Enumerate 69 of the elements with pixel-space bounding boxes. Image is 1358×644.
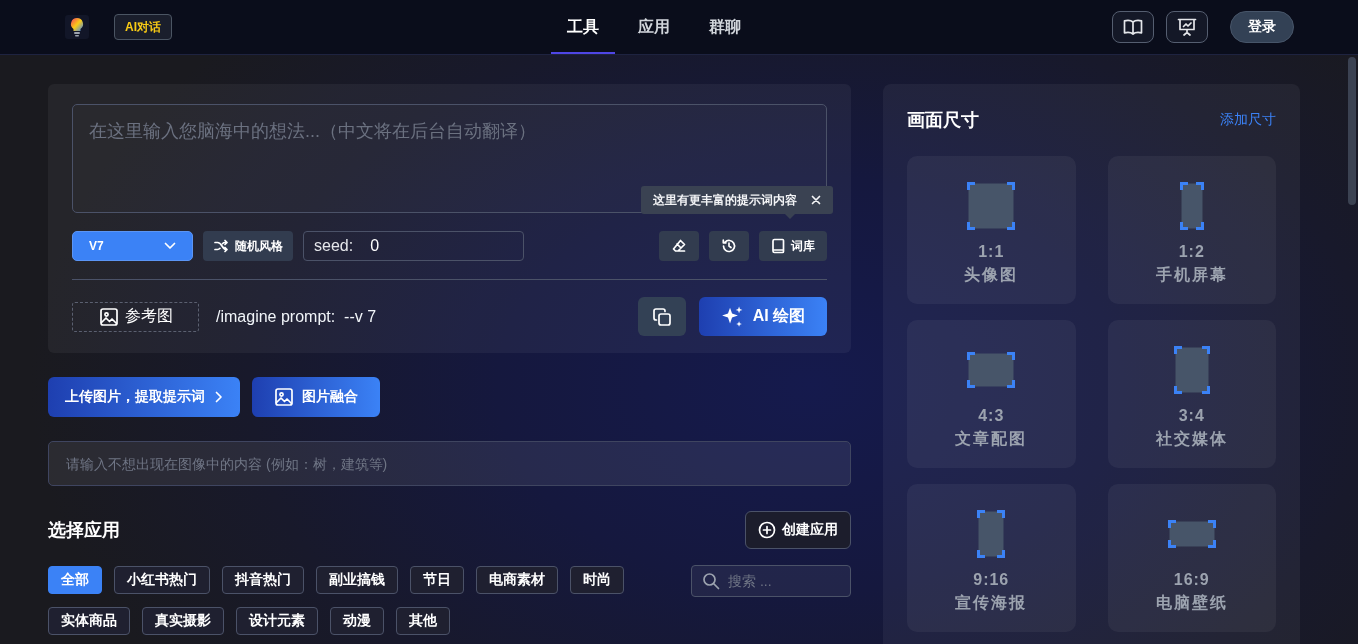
size-card[interactable]: 4:3 文章配图 [907, 320, 1076, 468]
chevron-down-icon [164, 242, 176, 250]
size-card[interactable]: 1:1 头像图 [907, 156, 1076, 304]
create-app-button[interactable]: 创建应用 [745, 511, 851, 549]
seed-input[interactable]: 0 [370, 237, 451, 255]
ai-chat-button[interactable]: AI对话 [114, 14, 172, 40]
seed-field[interactable]: seed: 0 [303, 231, 524, 261]
category-tag[interactable]: 实体商品 [48, 607, 130, 635]
eraser-icon [671, 238, 687, 254]
category-tag[interactable]: 小红书热门 [114, 566, 210, 594]
category-tag[interactable]: 节日 [410, 566, 464, 594]
search-input[interactable]: 搜索 ... [728, 573, 838, 589]
crop-frame-icon [977, 510, 1006, 558]
version-select[interactable]: V7 [72, 231, 193, 261]
chevron-right-icon [215, 391, 223, 403]
crop-frame-icon [967, 182, 1016, 230]
login-button[interactable]: 登录 [1230, 11, 1294, 43]
tooltip-text: 这里有更丰富的提示词内容 [653, 191, 797, 209]
nav-tab[interactable]: 应用 [622, 0, 686, 54]
search-field[interactable]: 搜索 ... [691, 565, 851, 597]
plus-circle-icon [758, 521, 776, 539]
search-icon [702, 572, 720, 590]
copy-icon [652, 306, 672, 327]
crop-frame-icon [1173, 346, 1210, 394]
category-tag[interactable]: 真实摄影 [142, 607, 224, 635]
category-tag[interactable]: 设计元素 [236, 607, 318, 635]
image-icon [274, 387, 294, 407]
panel-title: 画面尺寸 [907, 109, 979, 132]
crop-frame-icon [1167, 520, 1216, 548]
image-icon [98, 306, 119, 327]
category-tag[interactable]: 副业搞钱 [316, 566, 398, 594]
book-button[interactable] [1112, 11, 1154, 43]
library-button[interactable]: 词库 [759, 231, 827, 261]
crop-frame-icon [1179, 182, 1204, 230]
size-card[interactable]: 3:4 社交媒体 [1107, 320, 1276, 468]
history-button[interactable] [709, 231, 749, 261]
upload-image-button[interactable]: 上传图片，提取提示词 [48, 377, 240, 417]
presentation-button[interactable] [1166, 11, 1208, 43]
clear-button[interactable] [659, 231, 699, 261]
seed-label: seed: [314, 237, 354, 255]
reference-image-button[interactable]: 参考图 [72, 301, 199, 332]
history-icon [721, 238, 737, 254]
category-tag[interactable]: 电商素材 [476, 566, 558, 594]
random-style-button[interactable]: 随机风格 [203, 231, 293, 261]
sparkle-icon [720, 305, 743, 328]
add-size-link[interactable]: 添加尺寸 [1220, 111, 1276, 129]
category-tag[interactable]: 全部 [48, 566, 102, 594]
size-card[interactable]: 1:2 手机屏幕 [1107, 156, 1276, 304]
section-title: 选择应用 [48, 519, 120, 542]
crop-frame-icon [967, 352, 1016, 388]
shuffle-icon [213, 238, 229, 254]
category-tag[interactable]: 其他 [396, 607, 450, 635]
presentation-board-icon [1177, 17, 1197, 37]
category-tag[interactable]: 动漫 [330, 607, 384, 635]
image-blend-button[interactable]: 图片融合 [252, 377, 380, 417]
close-icon[interactable] [811, 195, 821, 205]
nav-tab[interactable]: 群聊 [693, 0, 757, 54]
generate-button[interactable]: AI 绘图 [699, 297, 827, 336]
size-card[interactable]: 16:9 电脑壁纸 [1107, 484, 1276, 632]
copy-button[interactable] [638, 297, 686, 336]
size-card[interactable]: 9:16 宣传海报 [907, 484, 1076, 632]
book-icon [771, 238, 785, 254]
category-tag[interactable]: 抖音热门 [222, 566, 304, 594]
lightbulb-icon [65, 15, 89, 39]
command-text: /imagine prompt: --v 7 [216, 307, 377, 326]
book-icon [1123, 18, 1143, 36]
scrollbar-thumb[interactable] [1348, 57, 1356, 205]
category-tag[interactable]: 时尚 [570, 566, 624, 594]
negative-prompt-field[interactable]: 请输入不想出现在图像中的内容 (例如：树，建筑等) [48, 441, 851, 486]
